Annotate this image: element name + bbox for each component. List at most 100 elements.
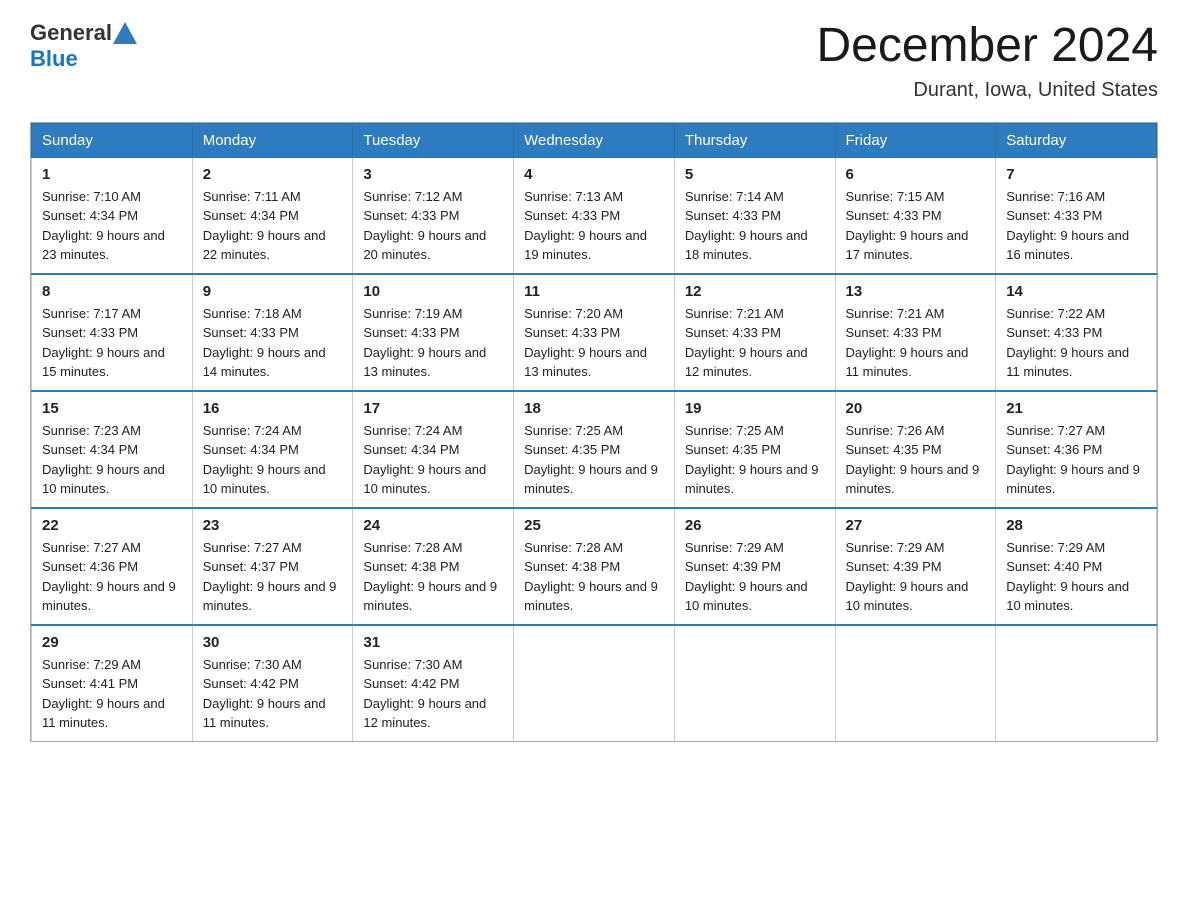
day-number: 29 <box>42 634 182 651</box>
column-header-wednesday: Wednesday <box>514 123 675 157</box>
day-info: Sunrise: 7:22 AMSunset: 4:33 PMDaylight:… <box>1006 306 1129 380</box>
logo-blue-text: Blue <box>30 46 78 71</box>
calendar-cell <box>674 625 835 741</box>
day-number: 9 <box>203 283 343 300</box>
day-info: Sunrise: 7:17 AMSunset: 4:33 PMDaylight:… <box>42 306 165 380</box>
title-block: December 2024 Durant, Iowa, United State… <box>816 20 1158 102</box>
day-info: Sunrise: 7:11 AMSunset: 4:34 PMDaylight:… <box>203 189 326 263</box>
calendar-cell: 9 Sunrise: 7:18 AMSunset: 4:33 PMDayligh… <box>192 274 353 391</box>
calendar-cell: 20 Sunrise: 7:26 AMSunset: 4:35 PMDaylig… <box>835 391 996 508</box>
day-info: Sunrise: 7:27 AMSunset: 4:36 PMDaylight:… <box>1006 423 1140 497</box>
column-header-sunday: Sunday <box>32 123 193 157</box>
day-info: Sunrise: 7:20 AMSunset: 4:33 PMDaylight:… <box>524 306 647 380</box>
day-info: Sunrise: 7:29 AMSunset: 4:41 PMDaylight:… <box>42 657 165 731</box>
day-number: 3 <box>363 166 503 183</box>
calendar-cell: 4 Sunrise: 7:13 AMSunset: 4:33 PMDayligh… <box>514 157 675 274</box>
calendar-cell: 27 Sunrise: 7:29 AMSunset: 4:39 PMDaylig… <box>835 508 996 625</box>
day-info: Sunrise: 7:29 AMSunset: 4:40 PMDaylight:… <box>1006 540 1129 614</box>
calendar-cell: 11 Sunrise: 7:20 AMSunset: 4:33 PMDaylig… <box>514 274 675 391</box>
day-number: 18 <box>524 400 664 417</box>
day-info: Sunrise: 7:28 AMSunset: 4:38 PMDaylight:… <box>524 540 658 614</box>
calendar-cell: 31 Sunrise: 7:30 AMSunset: 4:42 PMDaylig… <box>353 625 514 741</box>
day-number: 12 <box>685 283 825 300</box>
month-title: December 2024 <box>816 20 1158 73</box>
calendar-table: SundayMondayTuesdayWednesdayThursdayFrid… <box>31 123 1157 741</box>
day-info: Sunrise: 7:25 AMSunset: 4:35 PMDaylight:… <box>524 423 658 497</box>
day-number: 17 <box>363 400 503 417</box>
calendar-cell: 30 Sunrise: 7:30 AMSunset: 4:42 PMDaylig… <box>192 625 353 741</box>
logo-triangle-icon <box>113 22 137 44</box>
calendar-cell: 25 Sunrise: 7:28 AMSunset: 4:38 PMDaylig… <box>514 508 675 625</box>
calendar-cell: 24 Sunrise: 7:28 AMSunset: 4:38 PMDaylig… <box>353 508 514 625</box>
calendar-cell: 28 Sunrise: 7:29 AMSunset: 4:40 PMDaylig… <box>996 508 1157 625</box>
day-number: 26 <box>685 517 825 534</box>
calendar-cell: 19 Sunrise: 7:25 AMSunset: 4:35 PMDaylig… <box>674 391 835 508</box>
day-number: 4 <box>524 166 664 183</box>
calendar-cell: 5 Sunrise: 7:14 AMSunset: 4:33 PMDayligh… <box>674 157 835 274</box>
day-info: Sunrise: 7:23 AMSunset: 4:34 PMDaylight:… <box>42 423 165 497</box>
calendar-week-row: 22 Sunrise: 7:27 AMSunset: 4:36 PMDaylig… <box>32 508 1157 625</box>
page-header: General Blue December 2024 Durant, Iowa,… <box>30 20 1158 102</box>
day-info: Sunrise: 7:10 AMSunset: 4:34 PMDaylight:… <box>42 189 165 263</box>
calendar-header-row: SundayMondayTuesdayWednesdayThursdayFrid… <box>32 123 1157 157</box>
day-info: Sunrise: 7:24 AMSunset: 4:34 PMDaylight:… <box>363 423 486 497</box>
calendar-cell <box>514 625 675 741</box>
day-info: Sunrise: 7:25 AMSunset: 4:35 PMDaylight:… <box>685 423 819 497</box>
day-number: 31 <box>363 634 503 651</box>
day-info: Sunrise: 7:18 AMSunset: 4:33 PMDaylight:… <box>203 306 326 380</box>
day-number: 23 <box>203 517 343 534</box>
calendar-cell: 14 Sunrise: 7:22 AMSunset: 4:33 PMDaylig… <box>996 274 1157 391</box>
column-header-friday: Friday <box>835 123 996 157</box>
column-header-monday: Monday <box>192 123 353 157</box>
logo-general-text: General <box>30 20 112 46</box>
day-info: Sunrise: 7:16 AMSunset: 4:33 PMDaylight:… <box>1006 189 1129 263</box>
calendar-cell: 18 Sunrise: 7:25 AMSunset: 4:35 PMDaylig… <box>514 391 675 508</box>
calendar-cell: 15 Sunrise: 7:23 AMSunset: 4:34 PMDaylig… <box>32 391 193 508</box>
calendar-week-row: 8 Sunrise: 7:17 AMSunset: 4:33 PMDayligh… <box>32 274 1157 391</box>
calendar-week-row: 29 Sunrise: 7:29 AMSunset: 4:41 PMDaylig… <box>32 625 1157 741</box>
day-info: Sunrise: 7:29 AMSunset: 4:39 PMDaylight:… <box>846 540 969 614</box>
day-number: 21 <box>1006 400 1146 417</box>
day-number: 19 <box>685 400 825 417</box>
day-info: Sunrise: 7:30 AMSunset: 4:42 PMDaylight:… <box>203 657 326 731</box>
day-number: 16 <box>203 400 343 417</box>
calendar-cell: 23 Sunrise: 7:27 AMSunset: 4:37 PMDaylig… <box>192 508 353 625</box>
day-info: Sunrise: 7:21 AMSunset: 4:33 PMDaylight:… <box>685 306 808 380</box>
calendar-cell: 26 Sunrise: 7:29 AMSunset: 4:39 PMDaylig… <box>674 508 835 625</box>
calendar-cell: 10 Sunrise: 7:19 AMSunset: 4:33 PMDaylig… <box>353 274 514 391</box>
day-info: Sunrise: 7:27 AMSunset: 4:36 PMDaylight:… <box>42 540 176 614</box>
day-info: Sunrise: 7:27 AMSunset: 4:37 PMDaylight:… <box>203 540 337 614</box>
day-number: 20 <box>846 400 986 417</box>
day-number: 24 <box>363 517 503 534</box>
calendar-cell: 29 Sunrise: 7:29 AMSunset: 4:41 PMDaylig… <box>32 625 193 741</box>
column-header-saturday: Saturday <box>996 123 1157 157</box>
calendar-cell: 6 Sunrise: 7:15 AMSunset: 4:33 PMDayligh… <box>835 157 996 274</box>
column-header-thursday: Thursday <box>674 123 835 157</box>
calendar-table-wrapper: SundayMondayTuesdayWednesdayThursdayFrid… <box>30 122 1158 742</box>
day-info: Sunrise: 7:19 AMSunset: 4:33 PMDaylight:… <box>363 306 486 380</box>
day-number: 2 <box>203 166 343 183</box>
calendar-cell: 13 Sunrise: 7:21 AMSunset: 4:33 PMDaylig… <box>835 274 996 391</box>
day-number: 11 <box>524 283 664 300</box>
calendar-week-row: 1 Sunrise: 7:10 AMSunset: 4:34 PMDayligh… <box>32 157 1157 274</box>
day-info: Sunrise: 7:29 AMSunset: 4:39 PMDaylight:… <box>685 540 808 614</box>
day-number: 10 <box>363 283 503 300</box>
day-number: 7 <box>1006 166 1146 183</box>
day-info: Sunrise: 7:15 AMSunset: 4:33 PMDaylight:… <box>846 189 969 263</box>
calendar-cell: 16 Sunrise: 7:24 AMSunset: 4:34 PMDaylig… <box>192 391 353 508</box>
calendar-cell: 3 Sunrise: 7:12 AMSunset: 4:33 PMDayligh… <box>353 157 514 274</box>
calendar-cell: 12 Sunrise: 7:21 AMSunset: 4:33 PMDaylig… <box>674 274 835 391</box>
day-number: 22 <box>42 517 182 534</box>
day-number: 8 <box>42 283 182 300</box>
day-number: 28 <box>1006 517 1146 534</box>
calendar-week-row: 15 Sunrise: 7:23 AMSunset: 4:34 PMDaylig… <box>32 391 1157 508</box>
day-number: 5 <box>685 166 825 183</box>
day-info: Sunrise: 7:14 AMSunset: 4:33 PMDaylight:… <box>685 189 808 263</box>
calendar-cell <box>835 625 996 741</box>
day-number: 15 <box>42 400 182 417</box>
day-info: Sunrise: 7:28 AMSunset: 4:38 PMDaylight:… <box>363 540 497 614</box>
day-number: 13 <box>846 283 986 300</box>
calendar-cell: 17 Sunrise: 7:24 AMSunset: 4:34 PMDaylig… <box>353 391 514 508</box>
calendar-cell: 8 Sunrise: 7:17 AMSunset: 4:33 PMDayligh… <box>32 274 193 391</box>
calendar-cell: 22 Sunrise: 7:27 AMSunset: 4:36 PMDaylig… <box>32 508 193 625</box>
